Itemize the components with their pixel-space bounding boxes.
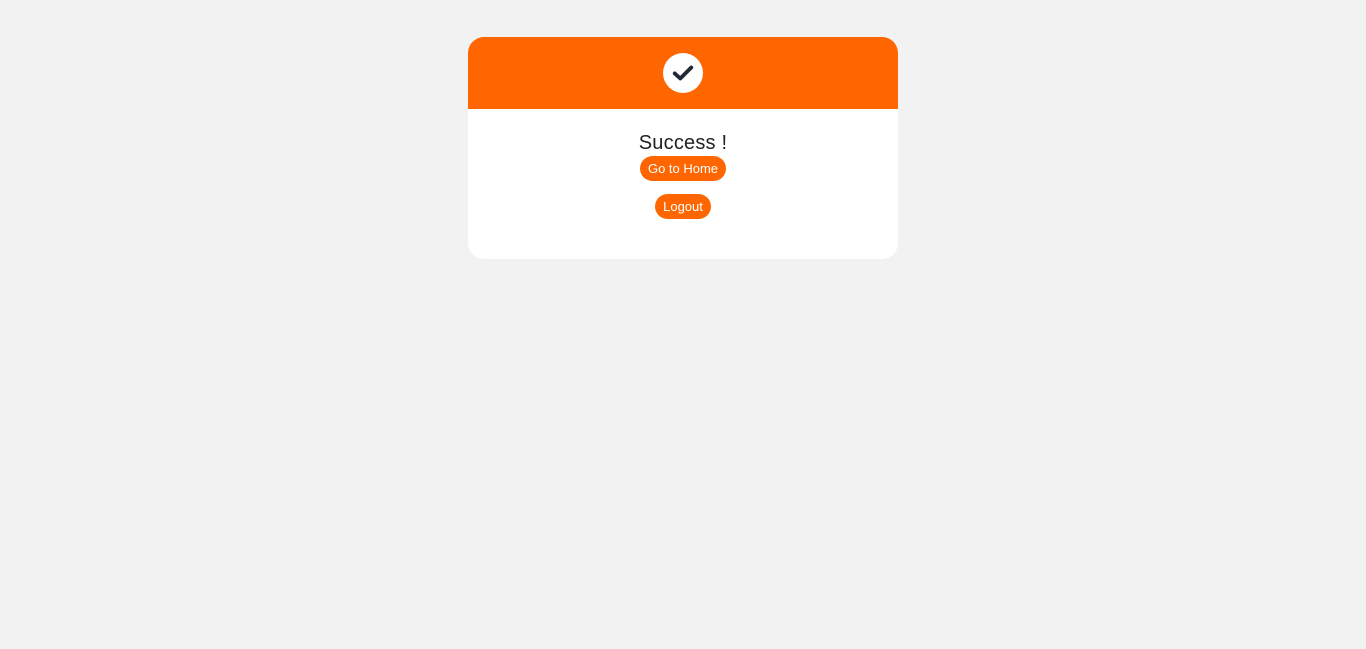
success-card: Success ! Go to Home Logout (468, 37, 898, 259)
card-body: Success ! Go to Home Logout (468, 109, 898, 219)
check-icon (672, 65, 694, 81)
go-to-home-button[interactable]: Go to Home (639, 156, 727, 181)
check-badge (663, 53, 703, 93)
success-title: Success ! (638, 132, 728, 154)
card-header (468, 37, 898, 109)
logout-button[interactable]: Logout (655, 194, 711, 219)
page: Success ! Go to Home Logout (0, 0, 1366, 649)
